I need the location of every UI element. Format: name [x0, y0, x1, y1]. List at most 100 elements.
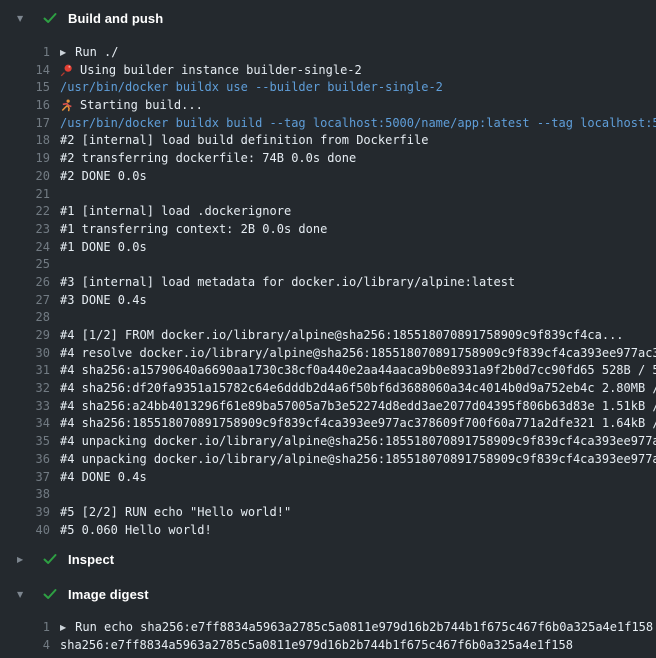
line-number[interactable]: 40: [0, 522, 50, 540]
log-text-content: #5 0.060 Hello world!: [60, 522, 212, 540]
log-text-content: #4 unpacking docker.io/library/alpine@sh…: [60, 451, 656, 469]
line-number[interactable]: 30: [0, 345, 50, 363]
log-line: 22 #1 [internal] load .dockerignore: [0, 203, 656, 221]
log-text: #4 unpacking docker.io/library/alpine@sh…: [50, 433, 656, 451]
line-number[interactable]: 14: [0, 62, 50, 80]
log-text: Using builder instance builder-single-2: [50, 62, 362, 80]
expand-arrow-icon[interactable]: ▶: [60, 619, 66, 637]
section-title: Inspect: [68, 552, 114, 567]
log-text-content: #2 [internal] load build definition from…: [60, 132, 428, 150]
line-number[interactable]: 35: [0, 433, 50, 451]
line-number[interactable]: 17: [0, 115, 50, 133]
line-number[interactable]: 29: [0, 327, 50, 345]
log-text-content: /usr/bin/docker buildx use --builder bui…: [60, 79, 443, 97]
log-line: 26#3 [internal] load metadata for docker…: [0, 274, 656, 292]
log-line: 24#1 DONE 0.0s: [0, 239, 656, 257]
log-line: 29#4 [1/2] FROM docker.io/library/alpine…: [0, 327, 656, 345]
chevron-down-icon[interactable]: ▼: [17, 590, 28, 599]
log-lines-block: 1 ▶ Run echo sha256:e7ff8834a5963a2785c5a0…: [0, 609, 656, 654]
log-line: 19 #2 transferring dockerfile: 74B 0.0s d…: [0, 150, 656, 168]
log-text: #4 unpacking docker.io/library/alpine@sh…: [50, 451, 656, 469]
check-icon: [42, 551, 58, 567]
log-text: ▶Run ./: [50, 44, 119, 62]
line-number[interactable]: 4: [0, 637, 50, 655]
log-text: #3 [internal] load metadata for docker.i…: [50, 274, 515, 292]
line-number[interactable]: 36: [0, 451, 50, 469]
line-number[interactable]: 32: [0, 380, 50, 398]
log-line: 21: [0, 186, 656, 204]
log-command-text: /usr/bin/docker buildx build --tag local…: [50, 115, 656, 133]
line-number[interactable]: 38: [0, 486, 50, 504]
log-text: sha256:e7ff8834a5963a2785c5a0811e979d16b…: [50, 637, 573, 655]
log-line: 18 #2 [internal] load build definition fr…: [0, 132, 656, 150]
log-line: 16Starting build...: [0, 97, 656, 115]
log-text: #4 sha256:185518070891758909c9f839cf4ca3…: [50, 415, 656, 433]
line-number[interactable]: 27: [0, 292, 50, 310]
line-number[interactable]: 37: [0, 469, 50, 487]
log-text-content: #4 resolve docker.io/library/alpine@sha2…: [60, 345, 656, 363]
log-text-content: #2 transferring dockerfile: 74B 0.0s don…: [60, 150, 356, 168]
line-number[interactable]: 18: [0, 132, 50, 150]
log-line: 1 ▶ Run echo sha256:e7ff8834a5963a2785c5a0…: [0, 619, 656, 637]
log-text: #2 DONE 0.0s: [50, 168, 147, 186]
log-text-content: Run echo sha256:e7ff8834a5963a2785c5a081…: [75, 619, 653, 637]
log-text-content: #1 [internal] load .dockerignore: [60, 203, 291, 221]
log-text: #4 resolve docker.io/library/alpine@sha2…: [50, 345, 656, 363]
line-number[interactable]: 31: [0, 362, 50, 380]
log-text: #3 DONE 0.4s: [50, 292, 147, 310]
line-number[interactable]: 20: [0, 168, 50, 186]
log-line: 34#4 sha256:185518070891758909c9f839cf4c…: [0, 415, 656, 433]
line-number[interactable]: 23: [0, 221, 50, 239]
log-line: 38: [0, 486, 656, 504]
runner-icon: [60, 99, 73, 112]
log-line: 23#1 transferring context: 2B 0.0s done: [0, 221, 656, 239]
log-text: #2 transferring dockerfile: 74B 0.0s don…: [50, 150, 356, 168]
line-number[interactable]: 34: [0, 415, 50, 433]
section-header[interactable]: ▼ Image digest: [0, 579, 656, 609]
line-number[interactable]: 26: [0, 274, 50, 292]
log-line: 14 Using builder instance builder-single-…: [0, 62, 656, 80]
chevron-right-icon[interactable]: ▶: [17, 555, 28, 564]
log-text-content: Using builder instance builder-single-2: [80, 62, 362, 80]
pushpin-icon: [60, 64, 73, 77]
log-text-content: sha256:e7ff8834a5963a2785c5a0811e979d16b…: [60, 637, 573, 655]
line-number[interactable]: 33: [0, 398, 50, 416]
log-text: [50, 256, 60, 274]
log-text: #4 [1/2] FROM docker.io/library/alpine@s…: [50, 327, 624, 345]
line-number[interactable]: 39: [0, 504, 50, 522]
log-text-content: /usr/bin/docker buildx build --tag local…: [60, 115, 656, 133]
log-line: 36 #4 unpacking docker.io/library/alpine@…: [0, 451, 656, 469]
log-line: 40 #5 0.060 Hello world!: [0, 522, 656, 540]
log-line: 39 #5 [2/2] RUN echo "Hello world!": [0, 504, 656, 522]
log-text-content: #5 [2/2] RUN echo "Hello world!": [60, 504, 291, 522]
line-number[interactable]: 21: [0, 186, 50, 204]
section-build-and-push: ▼Build and push 1▶Run ./14 Using builder i…: [0, 3, 656, 539]
line-number[interactable]: 15: [0, 79, 50, 97]
section-header[interactable]: ▶ Inspect: [0, 544, 656, 574]
log-line: 37 #4 DONE 0.4s: [0, 469, 656, 487]
log-line: 35#4 unpacking docker.io/library/alpine@…: [0, 433, 656, 451]
section-title: Image digest: [68, 587, 149, 602]
log-line: 17/usr/bin/docker buildx build --tag loc…: [0, 115, 656, 133]
log-text-content: #4 DONE 0.4s: [60, 469, 147, 487]
line-number[interactable]: 22: [0, 203, 50, 221]
expand-arrow-icon[interactable]: ▶: [60, 44, 66, 62]
line-number[interactable]: 25: [0, 256, 50, 274]
line-number[interactable]: 24: [0, 239, 50, 257]
log-text: [50, 486, 60, 504]
line-number[interactable]: 16: [0, 97, 50, 115]
chevron-down-icon[interactable]: ▼: [17, 14, 28, 23]
log-command-text: /usr/bin/docker buildx use --builder bui…: [50, 79, 443, 97]
log-text-content: #4 sha256:df20fa9351a15782c64e6dddb2d4a6…: [60, 380, 656, 398]
log-text: #1 DONE 0.0s: [50, 239, 147, 257]
log-text: [50, 186, 60, 204]
section-header[interactable]: ▼Build and push: [0, 3, 656, 33]
log-line: 27#3 DONE 0.4s: [0, 292, 656, 310]
line-number[interactable]: 19: [0, 150, 50, 168]
line-number[interactable]: 1: [0, 619, 50, 637]
line-number[interactable]: 28: [0, 309, 50, 327]
log-text: #5 [2/2] RUN echo "Hello world!": [50, 504, 291, 522]
log-text-content: #2 DONE 0.0s: [60, 168, 147, 186]
log-text: #1 [internal] load .dockerignore: [50, 203, 291, 221]
line-number[interactable]: 1: [0, 44, 50, 62]
